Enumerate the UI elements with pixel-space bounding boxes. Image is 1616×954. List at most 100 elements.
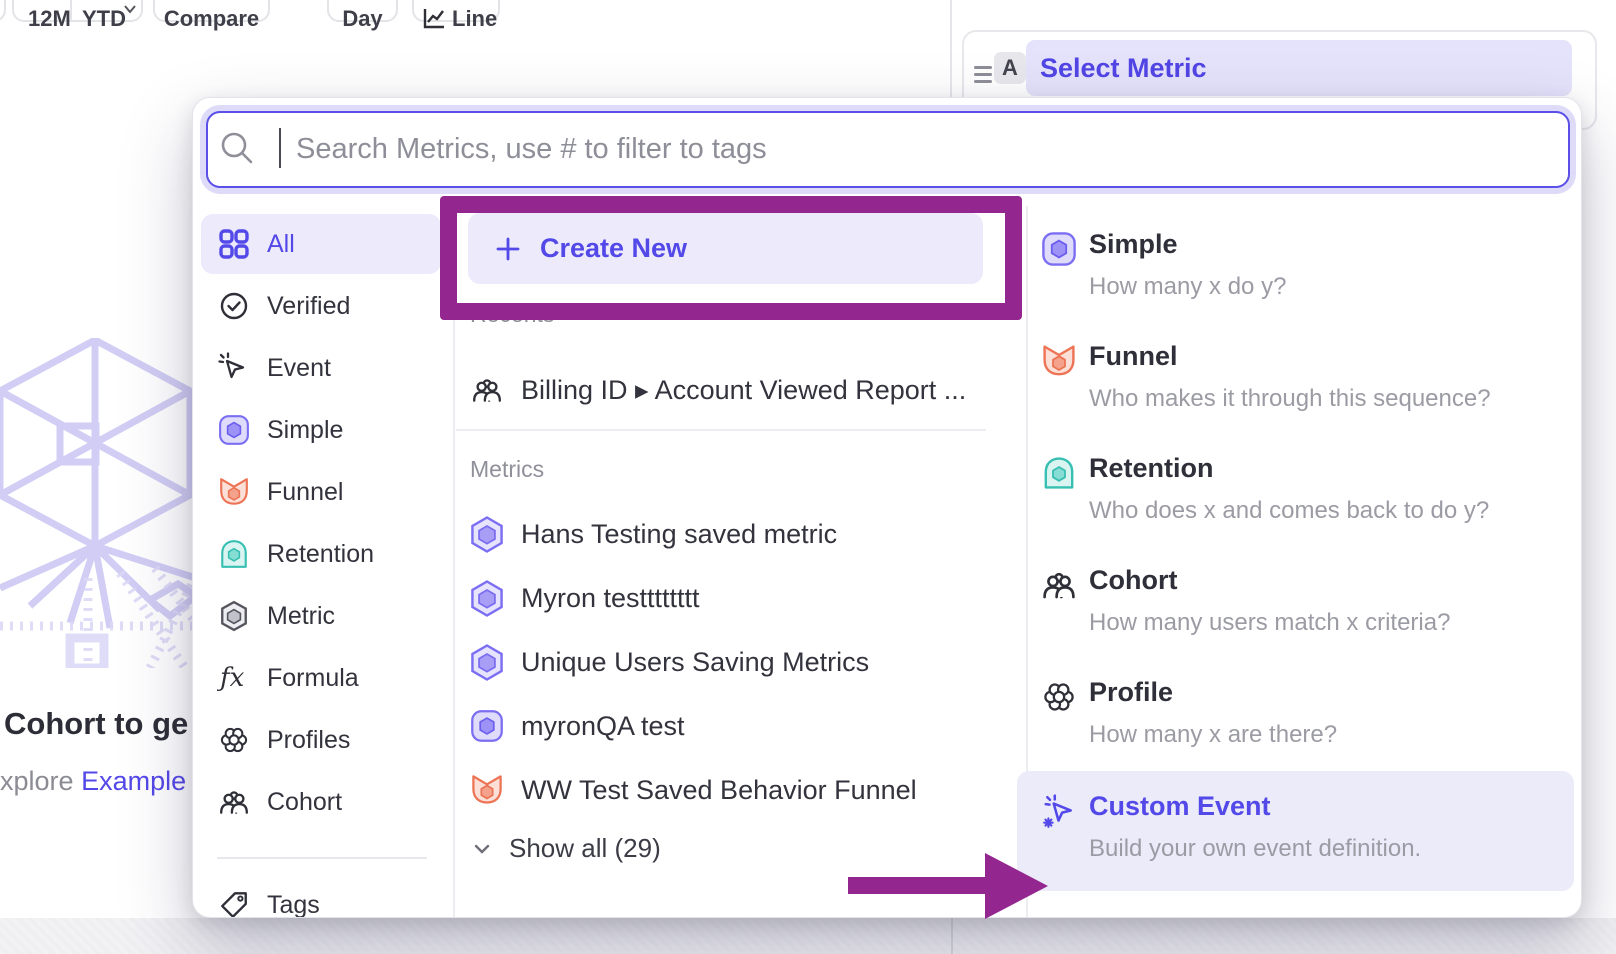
type-description: Build your own event definition. — [1089, 835, 1541, 863]
metric-hexagon-icon — [217, 599, 251, 633]
metric-list-item[interactable]: Hans Testing saved metric — [468, 513, 1008, 555]
metric-type-simple[interactable]: Simple How many x do y? — [1041, 229, 1541, 301]
example-reports-link[interactable]: Example R — [81, 766, 192, 796]
metrics-section-label: Metrics — [470, 456, 544, 483]
tag-icon — [217, 888, 251, 918]
sidebar-item-formula[interactable]: ƒx Formula — [217, 647, 437, 709]
metric-hexagon-icon — [468, 642, 505, 682]
metric-item-label: myronQA test — [521, 711, 685, 742]
funnel-icon — [1041, 343, 1077, 379]
bottom-strip-divider — [951, 918, 953, 954]
metric-item-label: Hans Testing saved metric — [521, 519, 837, 550]
recent-item-label: Billing ID ▸ Account Viewed Report ... — [521, 375, 966, 406]
text-cursor — [279, 128, 281, 168]
metric-item-label: Unique Users Saving Metrics — [521, 647, 869, 678]
empty-state-headline: Cohort to ge — [4, 706, 194, 742]
metric-list-item[interactable]: Unique Users Saving Metrics — [468, 641, 1008, 683]
compare-label: Compare — [164, 6, 259, 32]
profiles-icon — [217, 723, 251, 757]
type-title: Cohort — [1089, 565, 1541, 596]
drag-handle-icon[interactable] — [974, 62, 992, 87]
series-badge: A — [994, 52, 1026, 84]
sidebar-separator — [217, 857, 427, 859]
sidebar-item-funnel[interactable]: Funnel — [217, 461, 437, 523]
sidebar-item-metric[interactable]: Metric — [217, 585, 437, 647]
retention-icon — [1041, 455, 1077, 491]
metric-list-item[interactable]: WW Test Saved Behavior Funnel — [468, 769, 1008, 811]
sidebar-item-retention[interactable]: Retention — [217, 523, 437, 585]
select-metric-label: Select Metric — [1040, 53, 1207, 84]
sidebar-item-label: Tags — [267, 891, 320, 919]
create-new-label: Create New — [540, 233, 687, 264]
svg-text:ƒx: ƒx — [217, 663, 245, 693]
day-granularity-button[interactable]: Day — [327, 0, 398, 22]
sidebar-item-label: Profiles — [267, 726, 350, 755]
metric-select-dropdown: All Verified Event Simple Funnel — [192, 97, 1582, 918]
sidebar-item-verified[interactable]: Verified — [217, 275, 437, 337]
sidebar-item-simple[interactable]: Simple — [217, 399, 437, 461]
sidebar-item-label: Metric — [267, 602, 335, 631]
cohort-people-icon — [217, 785, 251, 819]
date-range-segmented-control[interactable]: 12M YTD — [12, 0, 143, 22]
funnel-icon — [468, 770, 505, 810]
search-icon — [219, 130, 255, 166]
range-12m-button[interactable]: 12M — [28, 6, 71, 32]
select-metric-field[interactable]: Select Metric — [1026, 40, 1572, 96]
sidebar-divider — [453, 206, 455, 918]
type-description: Who does x and comes back to do y? — [1089, 497, 1541, 525]
type-title: Custom Event — [1089, 791, 1541, 822]
type-title: Simple — [1089, 229, 1541, 260]
simple-metric-icon — [468, 706, 505, 746]
retention-icon — [217, 537, 251, 571]
metric-type-cohort[interactable]: Cohort How many users match x criteria? — [1041, 565, 1541, 637]
funnel-icon — [217, 475, 251, 509]
metric-hexagon-icon — [468, 514, 505, 554]
show-all-toggle[interactable]: Show all (29) — [471, 833, 661, 864]
type-title: Funnel — [1089, 341, 1541, 372]
sidebar-item-label: Funnel — [267, 478, 343, 507]
cohort-people-icon — [1041, 567, 1077, 603]
cohort-people-icon — [468, 370, 505, 410]
sidebar-item-label: Event — [267, 354, 331, 383]
grid-icon — [217, 227, 251, 261]
metric-type-custom-event[interactable]: Custom Event Build your own event defini… — [1041, 791, 1541, 863]
metric-list-item[interactable]: myronQA test — [468, 705, 1008, 747]
app-screen: 12M YTD Compare Day Line — [0, 0, 1616, 954]
sidebar-item-all[interactable]: All — [217, 213, 437, 275]
sidebar-item-event[interactable]: Event — [217, 337, 437, 399]
range-ytd-button[interactable]: YTD — [82, 6, 126, 32]
type-description: How many x do y? — [1089, 273, 1541, 301]
sidebar-item-label: Retention — [267, 540, 374, 569]
event-cursor-icon — [217, 351, 251, 385]
recents-section-label: Recents — [470, 301, 554, 328]
sidebar-item-cohort[interactable]: Cohort — [217, 771, 437, 833]
formula-icon: ƒx — [217, 661, 251, 695]
recent-item-row[interactable]: Billing ID ▸ Account Viewed Report ... — [468, 369, 1008, 411]
type-description: Who makes it through this sequence? — [1089, 385, 1541, 413]
verified-badge-icon — [217, 289, 251, 323]
type-description: How many x are there? — [1089, 721, 1541, 749]
sidebar-item-tags[interactable]: Tags — [217, 874, 437, 918]
bottom-strip — [0, 918, 1616, 954]
type-description: How many users match x criteria? — [1089, 609, 1541, 637]
create-new-button[interactable]: Create New — [468, 213, 983, 284]
decorative-wireframe-art — [0, 338, 196, 668]
metric-item-label: WW Test Saved Behavior Funnel — [521, 775, 917, 806]
plus-icon — [494, 235, 522, 263]
sidebar-item-label: Formula — [267, 664, 359, 693]
toolbar-button-fragment[interactable] — [0, 0, 6, 22]
metric-type-retention[interactable]: Retention Who does x and comes back to d… — [1041, 453, 1541, 525]
metric-type-funnel[interactable]: Funnel Who makes it through this sequenc… — [1041, 341, 1541, 413]
day-label: Day — [342, 6, 382, 32]
compare-button[interactable]: Compare — [153, 0, 270, 22]
metric-item-label: Myron testttttttt — [521, 583, 700, 614]
sidebar-item-profiles[interactable]: Profiles — [217, 709, 437, 771]
line-chart-type-button[interactable]: Line — [412, 0, 500, 22]
metric-list-item[interactable]: Myron testttttttt — [468, 577, 1008, 619]
search-input[interactable] — [206, 111, 1570, 188]
chevron-down-icon — [471, 838, 493, 860]
sidebar-item-label: All — [267, 230, 295, 259]
show-all-label: Show all (29) — [509, 833, 661, 864]
sidebar-item-label: Verified — [267, 292, 350, 321]
metric-type-profile[interactable]: Profile How many x are there? — [1041, 677, 1541, 749]
